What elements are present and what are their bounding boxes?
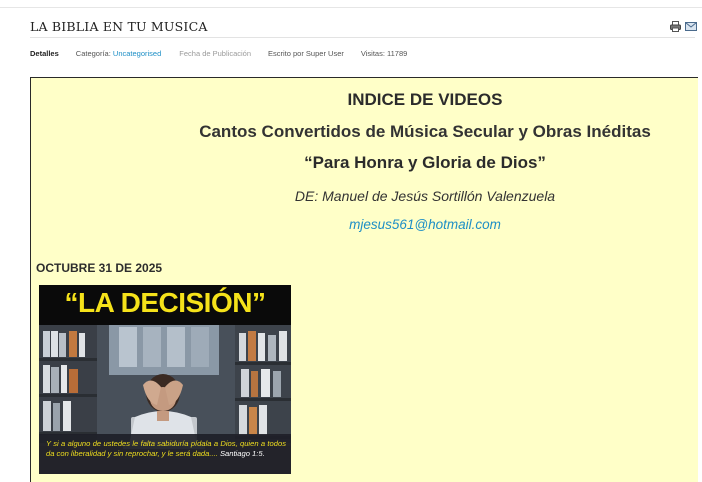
verse-reference: Santiago 1:5. [219,449,265,458]
article-tools [670,21,697,33]
verse-text: Y si a alguno de ustedes le falta sabidu… [46,439,286,459]
article-body: INDICE DE VIDEOS Cantos Convertidos de M… [30,77,698,482]
details-label: Detalles [30,49,59,58]
email-icon[interactable] [685,21,697,32]
subtitle-heading: Cantos Convertidos de Música Secular y O… [199,122,651,141]
email-link[interactable]: mjesus561@hotmail.com [151,217,699,232]
tagline-heading: “Para Honra y Gloria de Dios” [304,153,546,172]
hits-count: Visitas: 11789 [360,49,408,58]
top-divider [0,7,702,8]
print-icon[interactable] [670,21,681,32]
published-date: Fecha de Publicación [179,49,251,58]
index-heading: INDICE DE VIDEOS [347,90,503,109]
video-thumbnail[interactable]: “LA DECISIÓN” Y si a alguno de ustedes l… [39,285,291,474]
title-divider [30,37,695,38]
category-info: Categoría: Uncategorised [76,49,162,58]
article-info: Detalles Categoría: Uncategorised Fecha … [30,49,407,58]
article-title[interactable]: LA BIBLIA EN TU MUSICA [30,19,208,34]
author-info: Escrito por Super User [268,49,344,58]
date-heading: OCTUBRE 31 DE 2025 [36,261,163,275]
category-label: Categoría: [75,49,111,58]
thumbnail-title: “LA DECISIÓN” [64,287,266,318]
category-link[interactable]: Uncategorised [113,49,161,58]
author-line: DE: Manuel de Jesús Sortillón Valenzuela [294,188,556,204]
